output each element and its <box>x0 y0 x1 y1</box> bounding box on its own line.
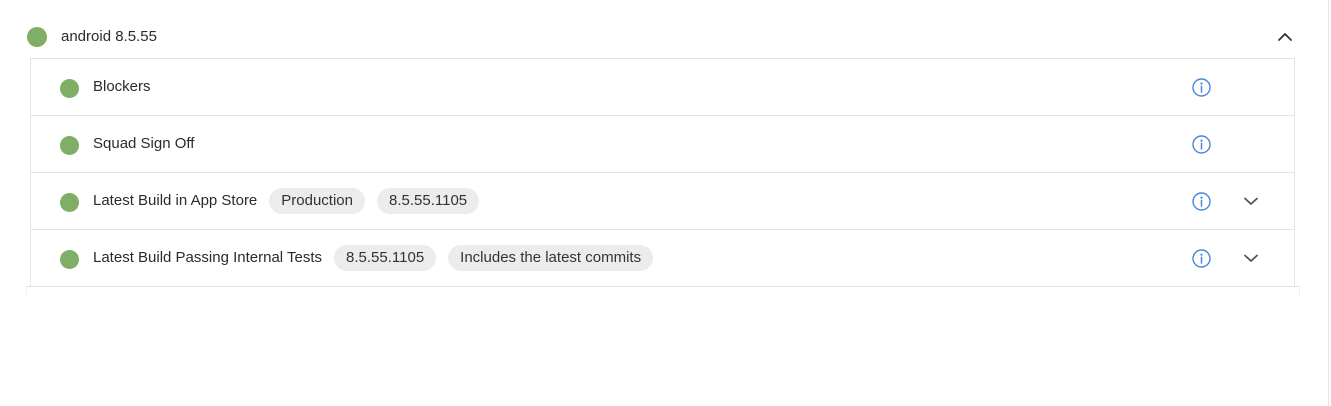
row-status-dot <box>60 193 79 212</box>
row-status-dot <box>60 136 79 155</box>
row-label: Blockers <box>93 78 151 95</box>
checklist-row-latest-build-app-store[interactable]: Latest Build in App Store Production 8.5… <box>31 173 1294 230</box>
info-icon[interactable] <box>1191 77 1212 98</box>
chevron-up-icon[interactable] <box>1275 27 1295 47</box>
release-group-header[interactable]: android 8.5.55 <box>0 17 1331 57</box>
row-content: Latest Build in App Store Production 8.5… <box>93 173 480 229</box>
row-label: Squad Sign Off <box>93 135 195 152</box>
row-content: Squad Sign Off <box>93 116 194 172</box>
checklist-panel: Blockers Squad Sign Off Latest Build in … <box>30 58 1295 287</box>
info-icon[interactable] <box>1191 248 1212 269</box>
checklist-row-squad-sign-off: Squad Sign Off <box>31 116 1294 173</box>
row-status-dot <box>60 79 79 98</box>
row-status-dot <box>60 250 79 269</box>
environment-chip: Production <box>269 188 365 214</box>
chevron-down-icon[interactable] <box>1241 191 1261 211</box>
info-icon[interactable] <box>1191 134 1212 155</box>
info-icon[interactable] <box>1191 191 1212 212</box>
commits-status-chip: Includes the latest commits <box>448 245 654 271</box>
build-version-chip: 8.5.55.1105 <box>377 188 480 214</box>
group-title: android 8.5.55 <box>61 28 157 45</box>
page-right-divider <box>1328 0 1329 406</box>
chevron-down-icon[interactable] <box>1241 248 1261 268</box>
row-content: Latest Build Passing Internal Tests 8.5.… <box>93 230 654 286</box>
checklist-row-blockers: Blockers <box>31 59 1294 116</box>
group-status-dot <box>27 27 47 47</box>
build-version-chip: 8.5.55.1105 <box>334 245 437 271</box>
row-content: Blockers <box>93 59 151 115</box>
panel-footer-divider <box>26 286 1300 296</box>
checklist-row-latest-build-internal-tests[interactable]: Latest Build Passing Internal Tests 8.5.… <box>31 230 1294 287</box>
row-label: Latest Build in App Store <box>93 192 258 209</box>
row-label: Latest Build Passing Internal Tests <box>93 249 323 266</box>
